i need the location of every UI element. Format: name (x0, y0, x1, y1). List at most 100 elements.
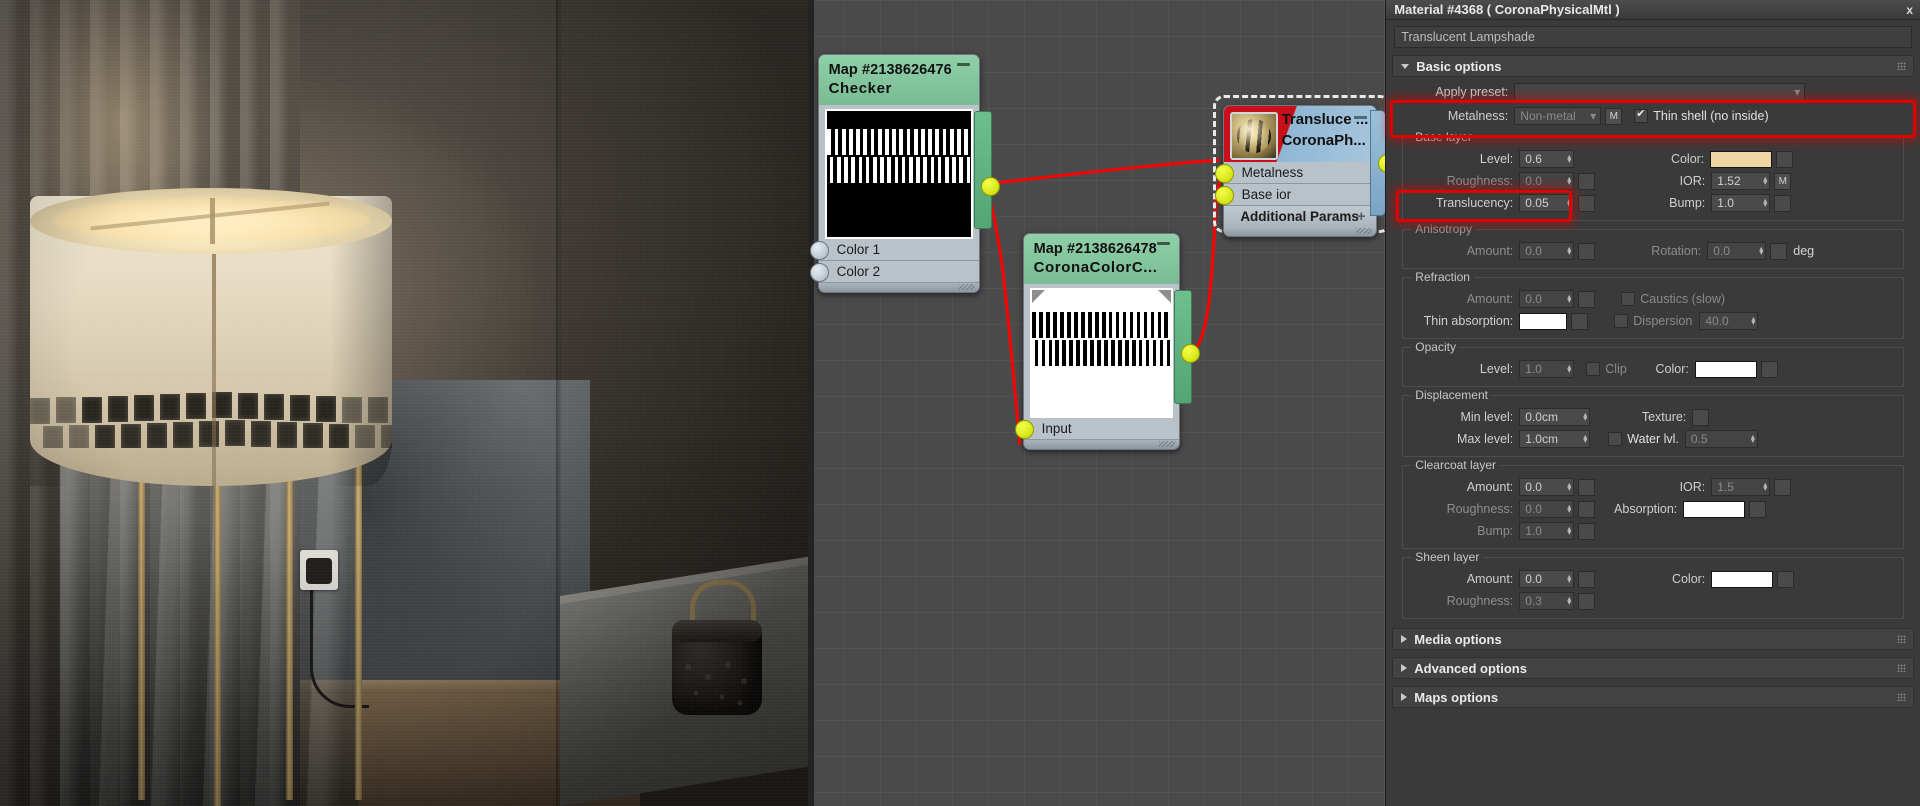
node-checker-header[interactable]: Map #2138626476 Checker (818, 55, 979, 105)
clearcoat-amount-spinner[interactable]: 0.0 ▴ ▾ (1519, 478, 1575, 496)
sheen-color-swatch[interactable] (1711, 570, 1774, 588)
node-material-header[interactable]: Transluce ... CoronaPh... (1223, 106, 1376, 162)
base-level-spinner[interactable]: 0.6 ▴ ▾ (1519, 150, 1575, 168)
aniso-rotation-spinner[interactable]: 0.0 ▴ ▾ (1707, 242, 1767, 260)
minimize-icon[interactable] (1353, 116, 1367, 119)
base-color-map-slot[interactable] (1776, 150, 1794, 168)
spinner-arrows-icon[interactable]: ▴ ▾ (1583, 433, 1587, 445)
clearcoat-ior-map-slot[interactable] (1774, 478, 1792, 496)
node-checker-input-color2[interactable]: Color 2 (809, 261, 979, 283)
resize-grip-icon[interactable] (958, 284, 975, 290)
sheen-roughness-spinner[interactable]: 0.3 ▴ ▾ (1519, 592, 1575, 610)
dispersion-checkbox[interactable] (1614, 314, 1629, 328)
socket-color2[interactable] (809, 263, 829, 282)
clearcoat-absorption-map-slot[interactable] (1749, 500, 1767, 518)
render-viewport[interactable] (0, 0, 808, 806)
water-lvl-spinner[interactable]: 0.5 ▴ ▾ (1684, 430, 1758, 448)
opacity-color-swatch[interactable] (1694, 360, 1757, 378)
spinner-arrows-icon[interactable]: ▴ ▾ (1763, 197, 1767, 209)
thin-shell-checkbox-group[interactable]: Thin shell (no inside) (1634, 107, 1769, 123)
displacement-texture-map-slot[interactable] (1692, 408, 1710, 426)
node-checker-output-tab[interactable] (973, 111, 992, 229)
opacity-level-spinner[interactable]: 1.0 ▴ ▾ (1519, 360, 1575, 378)
clip-checkbox-group[interactable]: Clip (1586, 362, 1627, 376)
plus-icon[interactable]: + (1357, 208, 1366, 225)
socket-metalness[interactable] (1214, 164, 1234, 183)
grip-icon[interactable] (1897, 664, 1906, 672)
aniso-amount-spinner[interactable]: 0.0 ▴ ▾ (1519, 242, 1575, 260)
spinner-arrows-icon[interactable]: ▴ ▾ (1567, 197, 1571, 209)
socket-colorcorrect-output[interactable] (1180, 344, 1200, 363)
refraction-amount-spinner[interactable]: 0.0 ▴ ▾ (1519, 290, 1575, 308)
spinner-arrows-icon[interactable]: ▴ ▾ (1567, 573, 1571, 585)
clearcoat-absorption-swatch[interactable] (1683, 500, 1746, 518)
grip-icon[interactable] (1897, 62, 1906, 70)
base-roughness-spinner[interactable]: 0.0 ▴ ▾ (1519, 172, 1575, 190)
socket-input[interactable] (1014, 420, 1034, 439)
node-material[interactable]: Transluce ... CoronaPh... Metalness Base… (1214, 105, 1397, 237)
spinner-arrows-icon[interactable]: ▴ ▾ (1751, 433, 1755, 445)
chevron-down-icon[interactable]: ▾ (1794, 85, 1800, 99)
spinner-arrows-icon[interactable]: ▴ ▾ (1763, 175, 1767, 187)
thin-shell-checkbox[interactable] (1634, 107, 1649, 123)
grip-icon[interactable] (1897, 635, 1906, 643)
clearcoat-bump-map-slot[interactable] (1578, 522, 1596, 540)
material-preview-sphere[interactable] (1229, 112, 1278, 160)
spinner-arrows-icon[interactable]: ▴ ▾ (1567, 525, 1571, 537)
spinner-arrows-icon[interactable]: ▴ ▾ (1567, 503, 1571, 515)
dispersion-spinner[interactable]: 40.0 ▴ ▾ (1699, 312, 1759, 330)
refraction-amount-map-slot[interactable] (1578, 290, 1596, 308)
thin-absorption-map-slot[interactable] (1571, 312, 1589, 330)
dispersion-checkbox-group[interactable]: Dispersion 40.0 ▴ ▾ (1614, 312, 1759, 330)
socket-color1[interactable] (809, 241, 829, 260)
base-roughness-map-slot[interactable] (1578, 172, 1596, 190)
node-checker[interactable]: Map #2138626476 Checker Color 1 Color 2 (809, 54, 1000, 293)
resize-grip-icon[interactable] (1355, 228, 1372, 234)
clearcoat-roughness-spinner[interactable]: 0.0 ▴ ▾ (1519, 500, 1575, 518)
node-checker-input-color1[interactable]: Color 1 (809, 239, 979, 261)
opacity-color-map-slot[interactable] (1760, 360, 1778, 378)
grip-icon[interactable] (1897, 693, 1906, 701)
sheen-roughness-map-slot[interactable] (1578, 592, 1596, 610)
spinner-arrows-icon[interactable]: ▴ ▾ (1567, 153, 1571, 165)
sheen-color-map-slot[interactable] (1777, 570, 1795, 588)
caustics-checkbox-group[interactable]: Caustics (slow) (1621, 292, 1725, 306)
base-color-swatch[interactable] (1710, 150, 1773, 168)
chevron-down-icon[interactable] (1401, 63, 1410, 69)
clearcoat-amount-map-slot[interactable] (1578, 478, 1596, 496)
resize-grip-icon[interactable] (1158, 441, 1175, 447)
material-name-field[interactable]: Translucent Lampshade (1394, 26, 1912, 48)
clearcoat-roughness-map-slot[interactable] (1578, 500, 1596, 518)
rollout-media-options[interactable]: Media options (1392, 628, 1914, 650)
node-colorcorrect-input[interactable]: Input (1014, 418, 1179, 440)
caustics-checkbox[interactable] (1621, 292, 1636, 306)
min-level-spinner[interactable]: 0.0cm ▴ ▾ (1519, 408, 1591, 426)
spinner-arrows-icon[interactable]: ▴ ▾ (1567, 363, 1571, 375)
max-level-spinner[interactable]: 1.0cm ▴ ▾ (1519, 430, 1591, 448)
spinner-arrows-icon[interactable]: ▴ ▾ (1751, 315, 1755, 327)
spinner-arrows-icon[interactable]: ▴ ▾ (1567, 293, 1571, 305)
node-material-input-metalness[interactable]: Metalness (1214, 162, 1376, 184)
material-parameters-panel[interactable]: Material #4368 ( CoronaPhysicalMtl ) x T… (1385, 0, 1920, 806)
sheen-amount-map-slot[interactable] (1578, 570, 1596, 588)
metalness-map-button[interactable]: M (1605, 107, 1623, 125)
aniso-rotation-map-slot[interactable] (1770, 242, 1788, 260)
minimize-icon[interactable] (956, 63, 970, 66)
clip-checkbox[interactable] (1586, 362, 1601, 376)
clearcoat-ior-spinner[interactable]: 1.5 ▴ ▾ (1711, 478, 1771, 496)
spinner-arrows-icon[interactable]: ▴ ▾ (1567, 481, 1571, 493)
close-icon[interactable]: x (1906, 3, 1913, 17)
spinner-arrows-icon[interactable]: ▴ ▾ (1567, 175, 1571, 187)
node-material-additional-params[interactable]: Additional Params + (1223, 206, 1376, 227)
translucency-spinner[interactable]: 0.05 ▴ ▾ (1519, 194, 1575, 212)
socket-base-ior[interactable] (1214, 186, 1234, 205)
node-colorcorrect-header[interactable]: Map #2138626478 CoronaColorC... (1023, 234, 1179, 284)
chevron-down-icon[interactable]: ▾ (1590, 109, 1596, 123)
thin-absorption-swatch[interactable] (1519, 312, 1568, 330)
base-ior-spinner[interactable]: 1.52 ▴ ▾ (1711, 172, 1771, 190)
spinner-arrows-icon[interactable]: ▴ ▾ (1567, 245, 1571, 257)
spinner-arrows-icon[interactable]: ▴ ▾ (1583, 411, 1587, 423)
base-bump-map-slot[interactable] (1774, 194, 1792, 212)
rollout-basic-options[interactable]: Basic options (1392, 55, 1914, 77)
node-editor[interactable]: Map #2138626476 Checker Color 1 Color 2 (807, 0, 1397, 806)
